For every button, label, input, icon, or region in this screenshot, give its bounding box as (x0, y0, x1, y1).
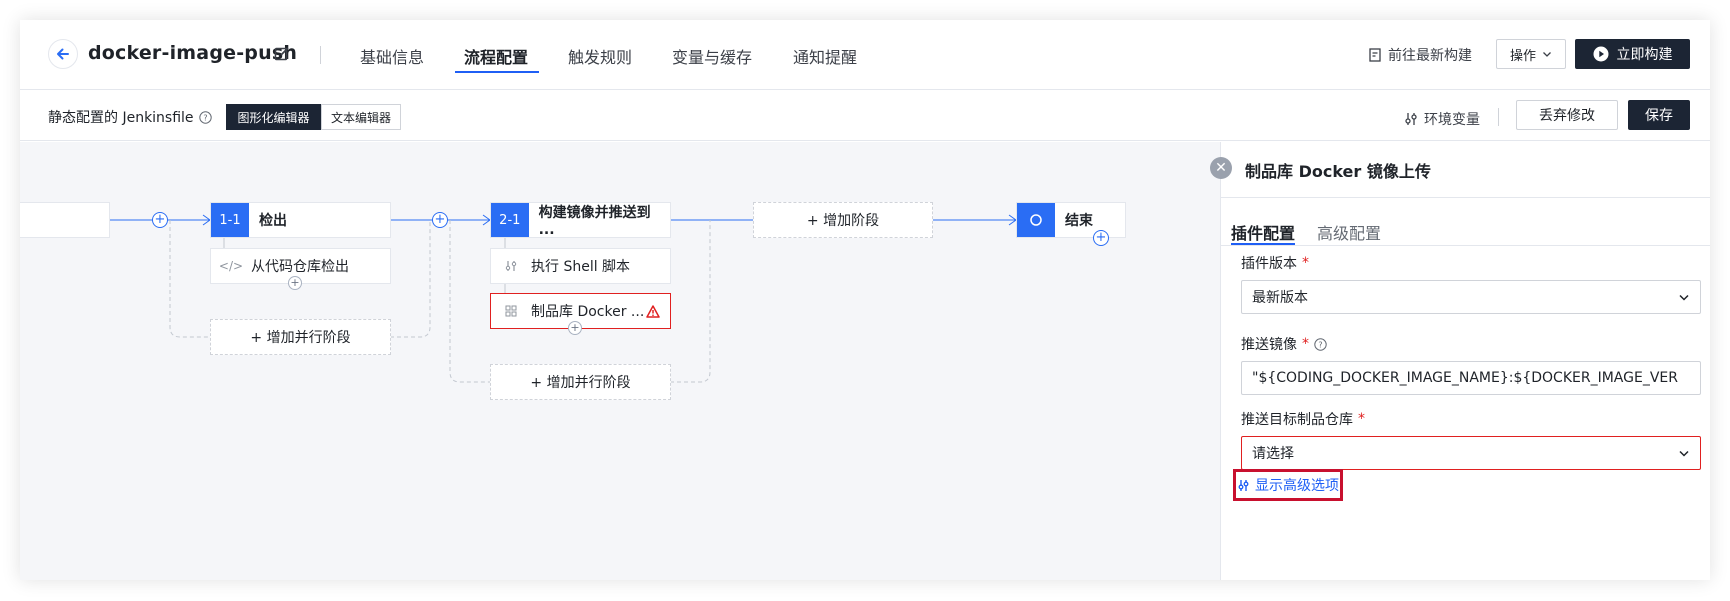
tab-trigger-rules[interactable]: 触发规则 (568, 44, 632, 68)
help-icon[interactable]: ? (198, 110, 212, 124)
document-icon (1369, 48, 1381, 62)
show-advanced-options-link[interactable]: 显示高级选项 (1233, 469, 1343, 501)
stage-name: 构建镜像并推送到 ... (538, 205, 651, 238)
target-repo-placeholder: 请选择 (1252, 446, 1294, 462)
required-mark: * (1358, 411, 1365, 427)
add-step-plus-2[interactable]: + (568, 321, 582, 335)
latest-build-label: 前往最新构建 (1388, 48, 1472, 64)
panel-tab-divider (1221, 245, 1710, 246)
chevron-down-icon (1679, 450, 1689, 457)
save-button[interactable]: 保存 (1628, 100, 1690, 130)
play-icon (1593, 46, 1608, 62)
add-stage-box[interactable]: + 增加阶段 (753, 202, 933, 238)
tab-pipeline-config[interactable]: 流程配置 (464, 44, 528, 68)
tab-advanced-config[interactable]: 高级配置 (1317, 220, 1381, 244)
push-image-label: 推送镜像 (1241, 337, 1297, 353)
circle-icon (1030, 214, 1042, 226)
app-window: docker-image-push 基础信息 流程配置 触发规则 变量与缓存 通… (20, 20, 1710, 580)
svg-text:?: ? (203, 113, 207, 122)
plugin-config-panel: ✕ 制品库 Docker 镜像上传 插件配置 高级配置 插件版本 * 最新版本 … (1210, 142, 1710, 580)
required-mark: * (1302, 255, 1309, 271)
operations-dropdown[interactable]: 操作 (1496, 39, 1566, 69)
plugin-version-label: 插件版本 (1241, 256, 1297, 272)
operations-label: 操作 (1509, 48, 1536, 64)
tab-notifications[interactable]: 通知提醒 (793, 44, 857, 68)
target-repo-label: 推送目标制品仓库 (1241, 412, 1353, 428)
page-title: docker-image-push (88, 42, 298, 64)
help-icon[interactable]: ? (1314, 337, 1327, 351)
step-label: 制品库 Docker ... (531, 304, 645, 320)
svg-text:?: ? (1318, 340, 1322, 349)
stage-previous[interactable] (20, 202, 110, 238)
stage-name: 检出 (259, 213, 287, 229)
graphic-editor-toggle[interactable]: 图形化编辑器 (226, 104, 321, 130)
sliders-icon (501, 260, 521, 272)
add-parallel-stage-1[interactable]: + 增加并行阶段 (210, 319, 391, 355)
close-icon[interactable]: ✕ (1210, 157, 1232, 179)
push-image-label-group: 推送镜像 * ? (1241, 334, 1327, 354)
show-advanced-label: 显示高级选项 (1255, 478, 1339, 494)
end-stage-marker (1017, 203, 1055, 237)
chevron-down-icon (1543, 52, 1551, 57)
code-icon: </> (218, 259, 244, 273)
sliders-icon (1238, 479, 1249, 491)
toolbar-divider (1498, 108, 1499, 126)
add-stage-plus-end[interactable]: + (1093, 230, 1109, 246)
target-repo-label-group: 推送目标制品仓库 * (1241, 409, 1365, 429)
header-divider (320, 46, 321, 64)
step-label: 执行 Shell 脚本 (531, 259, 631, 275)
panel-title: 制品库 Docker 镜像上传 (1245, 162, 1431, 181)
plugin-version-label-group: 插件版本 * (1241, 253, 1309, 273)
build-now-button[interactable]: 立即构建 (1575, 39, 1690, 69)
add-stage-plus-1[interactable]: + (152, 212, 168, 228)
build-now-label: 立即构建 (1616, 47, 1673, 63)
tab-basic-info[interactable]: 基础信息 (360, 44, 424, 68)
tab-plugin-config[interactable]: 插件配置 (1231, 220, 1295, 244)
push-image-input[interactable] (1252, 370, 1690, 386)
add-parallel-stage-2[interactable]: + 增加并行阶段 (490, 364, 671, 400)
stage-number: 1-1 (211, 203, 249, 237)
plugin-version-select[interactable]: 最新版本 (1241, 280, 1701, 314)
edit-icon[interactable] (273, 45, 291, 63)
warning-icon (646, 304, 660, 318)
push-image-input-wrapper (1241, 361, 1701, 395)
stage-2-1[interactable]: 2-1 构建镜像并推送到 ... (490, 202, 671, 238)
latest-build-link[interactable]: 前往最新构建 (1368, 45, 1472, 65)
discard-changes-button[interactable]: 丢弃修改 (1516, 100, 1618, 130)
back-button[interactable] (48, 39, 78, 69)
editor-toolbar: 静态配置的 Jenkinsfile ? 图形化编辑器 文本编辑器 环境变量 丢弃… (20, 90, 1710, 141)
chevron-down-icon (1679, 294, 1689, 301)
stage-end[interactable]: 结束 (1016, 202, 1126, 238)
add-stage-plus-2[interactable]: + (432, 212, 448, 228)
plugin-version-value: 最新版本 (1252, 290, 1308, 306)
top-navigation-bar: docker-image-push 基础信息 流程配置 触发规则 变量与缓存 通… (20, 20, 1710, 90)
target-repo-select[interactable]: 请选择 (1241, 436, 1701, 470)
stage-number: 2-1 (491, 203, 529, 237)
required-mark: * (1302, 336, 1309, 352)
env-vars-label: 环境变量 (1424, 112, 1480, 128)
tab-variables-cache[interactable]: 变量与缓存 (672, 44, 752, 68)
active-tab-indicator (455, 71, 539, 73)
arrow-left-icon (57, 48, 69, 60)
env-vars-button[interactable]: 环境变量 (1404, 109, 1480, 129)
jenkinsfile-label: 静态配置的 Jenkinsfile (48, 110, 194, 126)
sliders-icon (1405, 113, 1417, 125)
step-shell-script[interactable]: 执行 Shell 脚本 (490, 248, 671, 284)
panel-divider (1221, 197, 1710, 198)
jenkinsfile-label-group: 静态配置的 Jenkinsfile ? (48, 107, 212, 127)
step-label: 从代码仓库检出 (251, 259, 349, 275)
stage-1-1[interactable]: 1-1 检出 (210, 202, 391, 238)
end-label: 结束 (1065, 213, 1093, 229)
grid-icon (501, 305, 521, 317)
add-step-plus-1[interactable]: + (288, 276, 302, 290)
text-editor-toggle[interactable]: 文本编辑器 (321, 104, 401, 130)
